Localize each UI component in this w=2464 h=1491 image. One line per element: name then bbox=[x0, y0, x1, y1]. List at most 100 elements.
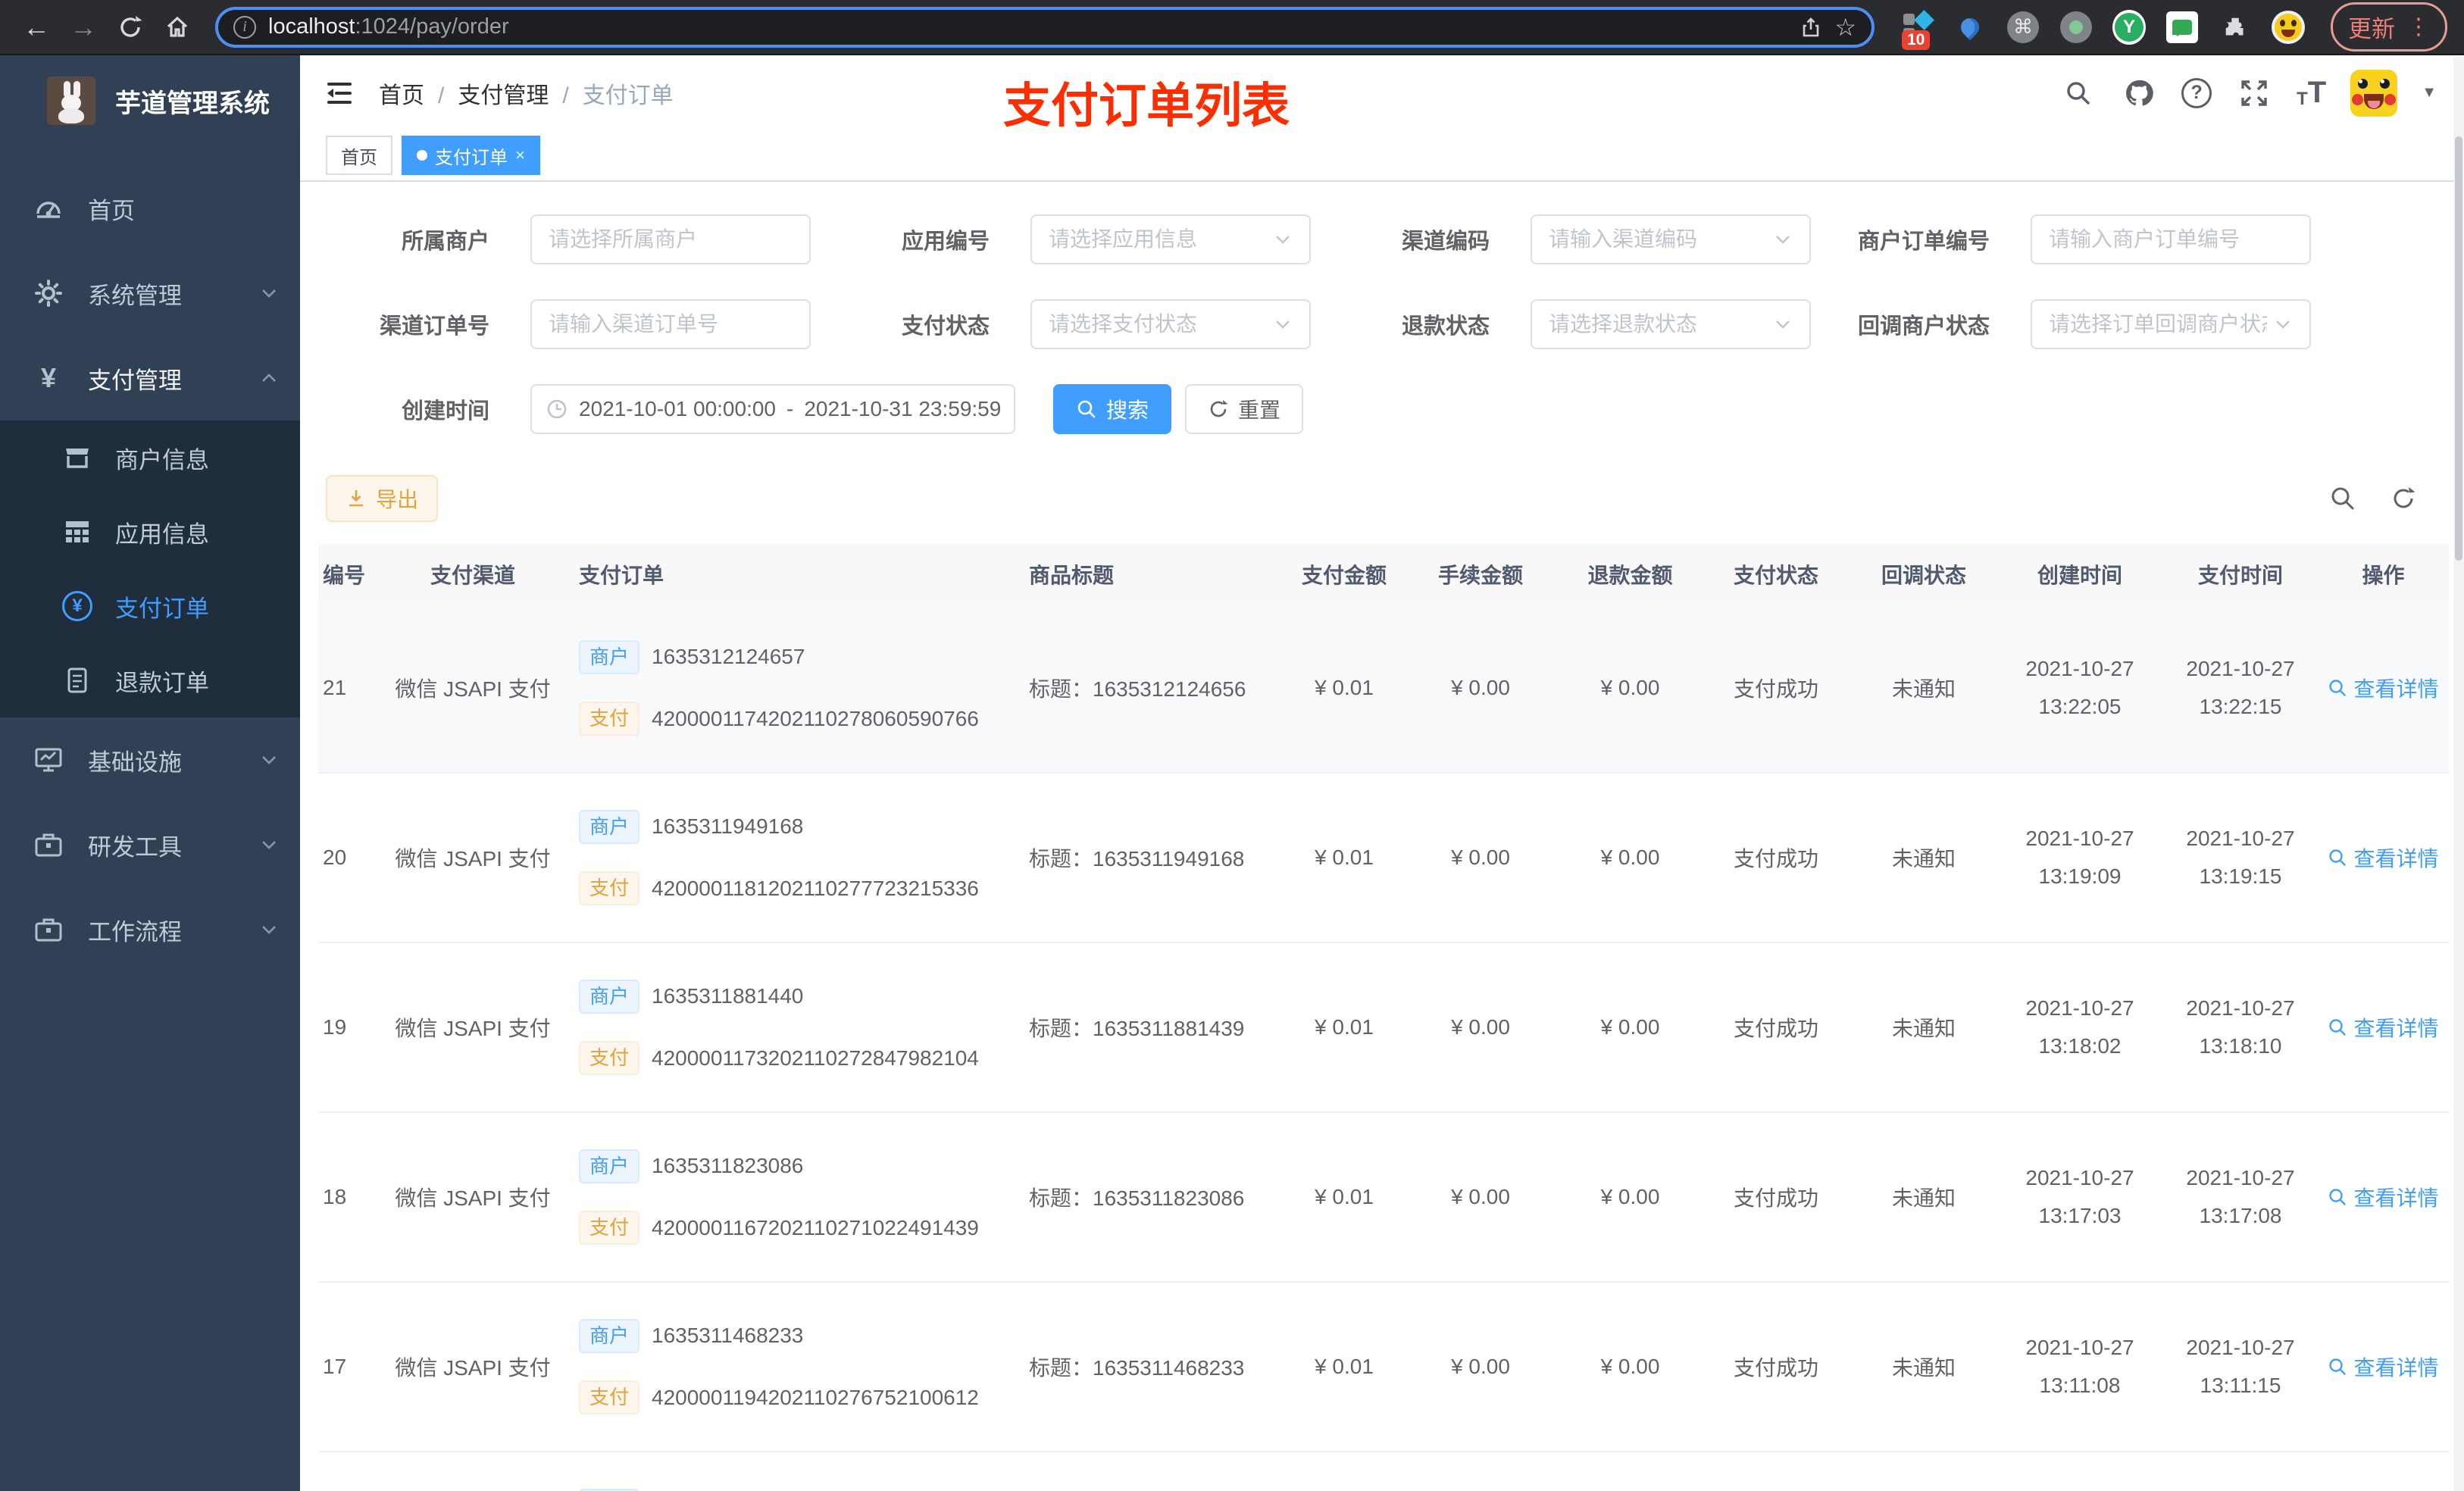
view-detail-link[interactable]: 查看详情 bbox=[2328, 673, 2439, 703]
filter-control[interactable] bbox=[2031, 214, 2311, 264]
chat-icon[interactable] bbox=[2165, 11, 2199, 44]
sidebar-item-pay-order[interactable]: 支付订单 bbox=[0, 569, 300, 643]
browser-reload-button[interactable] bbox=[111, 8, 150, 47]
view-detail-link[interactable]: 查看详情 bbox=[2328, 1012, 2439, 1042]
filter-input[interactable] bbox=[549, 227, 793, 252]
filter-input[interactable] bbox=[1049, 312, 1267, 336]
browser-back-button[interactable]: ← bbox=[17, 8, 56, 47]
filter-input[interactable] bbox=[1549, 312, 1767, 336]
sidebar-toggle-icon[interactable] bbox=[323, 77, 356, 110]
sidebar-item-system[interactable]: 系统管理 bbox=[0, 251, 300, 336]
command-icon[interactable]: ⌘ bbox=[2006, 11, 2040, 44]
cell-channel bbox=[367, 1452, 579, 1491]
magnifier-icon bbox=[2329, 1189, 2347, 1205]
filter-control[interactable] bbox=[1030, 214, 1311, 264]
sidebar-item-refund-order[interactable]: 退款订单 bbox=[0, 643, 300, 717]
puzzle-extensions-icon[interactable] bbox=[2219, 11, 2252, 44]
cell-paid-time: 2021-10-27 13:11:15 bbox=[2186, 1335, 2295, 1397]
pay-order-table: 编号 支付渠道 支付订单 商品标题 支付金额 手续金额 退款金额 支付状态 回调状态 创建时间 支付… bbox=[318, 545, 2449, 1491]
sidebar-item-dev-tools[interactable]: 研发工具 bbox=[0, 802, 300, 887]
chevron-down-icon bbox=[1273, 230, 1293, 249]
sidebar-item-merchant-info[interactable]: 商户信息 bbox=[0, 420, 300, 495]
sidebar-item-app-info[interactable]: 应用信息 bbox=[0, 495, 300, 569]
record-icon[interactable] bbox=[2059, 11, 2093, 44]
url-bar[interactable]: i localhost:1024/pay/order ☆ bbox=[215, 6, 1875, 48]
breadcrumb-home[interactable]: 首页 bbox=[379, 77, 424, 110]
pay-tag: 支付 bbox=[579, 1211, 640, 1246]
table-row: 20 微信 JSAPI 支付 商户 1635311949168 支付 42000… bbox=[318, 774, 2449, 943]
navbar: 首页 支付管理 支付订单 支付订单列表 bbox=[300, 55, 2464, 133]
chevron-down-icon bbox=[1773, 230, 1793, 249]
tab-pay-order[interactable]: 支付订单 × bbox=[402, 136, 540, 175]
cell-refund: ¥ 0.00 bbox=[1600, 1185, 1660, 1208]
site-info-icon[interactable]: i bbox=[233, 15, 256, 39]
date-range-input[interactable]: 2021-10-01 00:00:00 - 2021-10-31 23:59:5… bbox=[530, 384, 1015, 434]
y-circle-icon[interactable]: Y bbox=[2112, 9, 2146, 45]
map-pin-icon[interactable] bbox=[1953, 11, 1987, 44]
browser-home-button[interactable] bbox=[158, 8, 197, 47]
filter-field: 应用编号 bbox=[830, 214, 1330, 264]
help-icon[interactable] bbox=[2181, 77, 2212, 108]
sidebar-item-pay[interactable]: 支付管理 bbox=[0, 336, 300, 420]
cell-pay-order: 商户 1635311951796 支付 bbox=[579, 1452, 1003, 1491]
emoji-avatar-icon[interactable] bbox=[2272, 10, 2305, 44]
cell-id: 18 bbox=[323, 1185, 347, 1208]
bookmark-star-icon[interactable]: ☆ bbox=[1834, 13, 1856, 42]
github-icon[interactable] bbox=[2121, 75, 2157, 111]
merchant-tag: 商户 bbox=[579, 809, 640, 844]
search-button[interactable]: 搜索 bbox=[1053, 384, 1172, 434]
view-detail-link[interactable]: 查看详情 bbox=[2328, 1182, 2439, 1212]
filter-control[interactable] bbox=[1531, 214, 1811, 264]
close-icon[interactable]: × bbox=[515, 147, 525, 164]
reset-button[interactable]: 重置 bbox=[1185, 384, 1304, 434]
tab-label: 支付订单 bbox=[435, 147, 508, 168]
sidebar-item-infra[interactable]: 基础设施 bbox=[0, 717, 300, 802]
filter-control[interactable] bbox=[2031, 299, 2311, 349]
toolbar-icons bbox=[2328, 483, 2419, 514]
view-detail-link[interactable]: 查看详情 bbox=[2328, 1352, 2439, 1382]
cell-action bbox=[2321, 1452, 2446, 1491]
merchant-order-line: 商户 1635311949168 bbox=[579, 809, 803, 844]
cell-fee: ¥ 0.00 bbox=[1451, 676, 1510, 699]
filter-input[interactable] bbox=[549, 312, 793, 336]
filter-control[interactable] bbox=[1531, 299, 1811, 349]
magnifier-icon bbox=[2329, 680, 2347, 696]
fullscreen-icon[interactable] bbox=[2236, 75, 2272, 111]
filter-input[interactable] bbox=[1549, 227, 1767, 252]
filter-input[interactable] bbox=[1049, 227, 1267, 252]
breadcrumb: 首页 支付管理 支付订单 bbox=[379, 77, 674, 110]
share-icon[interactable] bbox=[1800, 16, 1822, 39]
filter-input[interactable] bbox=[2049, 227, 2293, 252]
cell-title: 标题：1635311468233 bbox=[1029, 1356, 1245, 1380]
browser-forward-button[interactable]: → bbox=[64, 8, 103, 47]
filter-input[interactable] bbox=[2049, 312, 2267, 336]
view-detail-link[interactable]: 查看详情 bbox=[2328, 842, 2439, 873]
filter-control[interactable] bbox=[1030, 299, 1311, 349]
sidebar-item-label: 支付订单 bbox=[115, 595, 209, 622]
screen: ← → i localhost:1024/pay/order ☆ 10 ⌘ Y … bbox=[0, 0, 2464, 1491]
export-button[interactable]: 导出 bbox=[326, 475, 439, 522]
extension-grid-icon[interactable]: 10 bbox=[1900, 9, 1934, 50]
toggle-search-icon[interactable] bbox=[2328, 483, 2358, 514]
avatar[interactable] bbox=[2350, 69, 2398, 117]
cell-created-time: 2021-10-27 13:19:09 bbox=[2025, 826, 2134, 888]
filter-control[interactable] bbox=[530, 299, 811, 349]
filter-control[interactable] bbox=[530, 214, 811, 264]
merchant-tag: 商户 bbox=[579, 639, 640, 674]
browser-menu-icon[interactable]: ⋮ bbox=[2407, 14, 2430, 40]
merchant-order-line: 商户 1635312124657 bbox=[579, 639, 805, 674]
tab-home[interactable]: 首页 bbox=[326, 136, 392, 175]
breadcrumb-pay-manage[interactable]: 支付管理 bbox=[424, 77, 549, 110]
scrollbar-thumb[interactable] bbox=[2455, 136, 2462, 561]
sidebar: 芋道管理系统 首页 系统管理 ¥ 支付管理 商户信息 应用信息 ¥ 支付订单 退… bbox=[0, 55, 300, 1491]
cell-pay-order: 商户 1635312124657 支付 42000011742021102780… bbox=[579, 604, 1003, 772]
sidebar-item-workflow[interactable]: 工作流程 bbox=[0, 887, 300, 972]
font-size-icon[interactable] bbox=[2297, 76, 2326, 110]
column-header: 编号 bbox=[323, 564, 366, 587]
avatar-caret-icon[interactable]: ▼ bbox=[2422, 84, 2437, 102]
search-icon[interactable] bbox=[2060, 75, 2097, 111]
update-button[interactable]: 更新 ⋮ bbox=[2331, 2, 2447, 52]
chevron-down-icon bbox=[1773, 314, 1793, 334]
refresh-table-icon[interactable] bbox=[2388, 483, 2419, 514]
sidebar-item-home[interactable]: 首页 bbox=[0, 166, 300, 251]
